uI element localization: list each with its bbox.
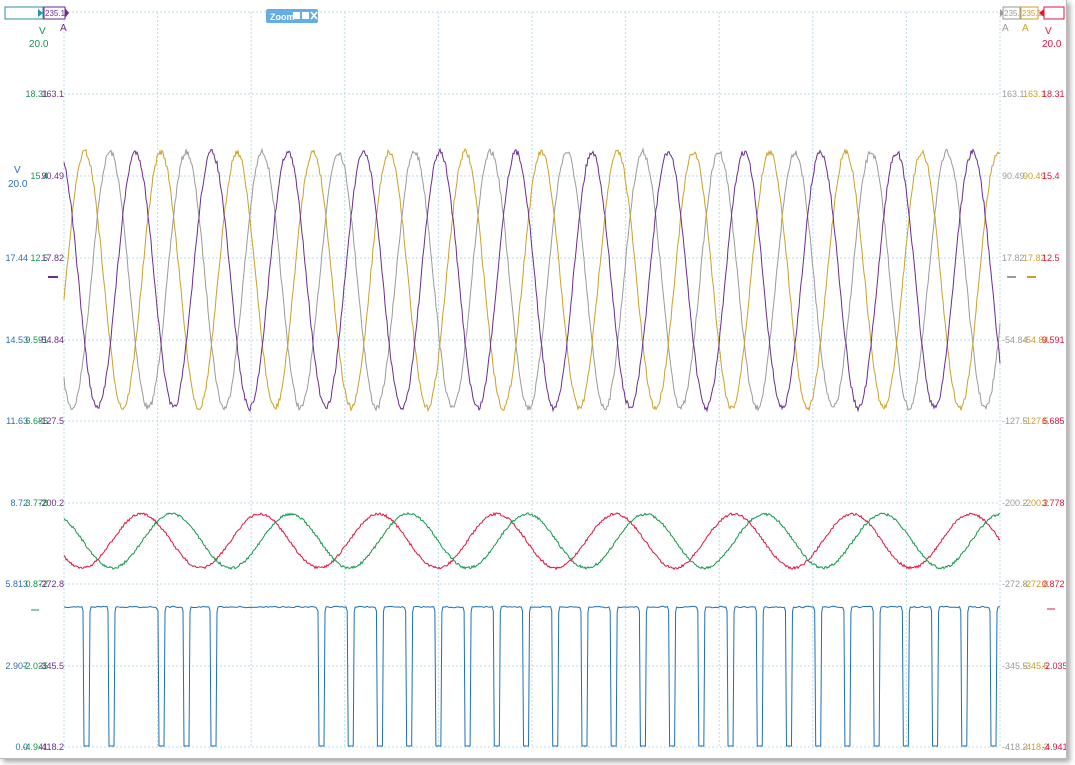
top-right-channel-tags[interactable]: 235.1 235.1 [1000, 6, 1065, 20]
red-channel-scale: 20.0 [1042, 39, 1062, 50]
left-tick-label: -418.2 [38, 742, 64, 752]
left-tick-label: -200.2 [38, 498, 64, 508]
right-tick-label: 0.872 [1042, 579, 1065, 589]
top-left-tag-value: 235.1 [45, 9, 66, 18]
green-channel-unit: V [39, 26, 46, 37]
right-tick-label: -4.941 [1042, 742, 1066, 752]
left-tick-label: -127.5 [38, 416, 64, 426]
zoom-control[interactable]: Zoom [266, 9, 318, 23]
tag-arrow-icon [65, 8, 69, 18]
green-channel-scale: 20.0 [29, 39, 49, 50]
left-tick-label: 17.82 [41, 253, 64, 263]
right-axis-ticks: 163.1163.118.3190.4990.4915.417.8217.821… [1002, 89, 1066, 752]
right-tick-label: 12.5 [1042, 253, 1060, 263]
gray-channel-unit: A [1002, 23, 1009, 34]
left-tick-label: 17.44 [5, 253, 28, 263]
gold-channel-unit: A [1022, 23, 1029, 34]
left-tick-label: -54.84 [38, 335, 64, 345]
blue-channel-unit: V [14, 165, 21, 176]
blue-channel-scale: 20.0 [8, 179, 28, 190]
top-right-tag-value-gold: 235.1 [1022, 9, 1043, 18]
right-tick-label: 6.685 [1042, 416, 1065, 426]
zoom-in-square-icon[interactable] [293, 12, 300, 19]
scope-display[interactable]: 18.31163.115.490.4917.44 12.517.8214.539.… [0, 0, 1066, 758]
left-tick-label: -272.8 [38, 579, 64, 589]
left-tick-label: 163.1 [41, 89, 64, 99]
purple-channel-unit: A [60, 23, 67, 34]
channel-tag-red[interactable] [1043, 6, 1065, 20]
zoom-label: Zoom [270, 12, 295, 22]
right-tick-label: 18.31 [1042, 89, 1065, 99]
right-tick-label: -2.035 [1042, 661, 1066, 671]
right-tick-label: 9.591 [1042, 335, 1065, 345]
red-channel-unit: V [1045, 26, 1052, 37]
gold-sine-trace [63, 148, 1001, 413]
right-tick-label: 17.82 [1002, 253, 1025, 263]
right-tick-label: 90.49 [1002, 171, 1025, 181]
oscilloscope-window: 18.31 163.1 15.4 90.49 17.44 12.5 17.82 14.53 9.… [0, 0, 1067, 759]
top-left-channel-tags[interactable]: 235.1 [4, 6, 69, 20]
right-tick-label: 163.1 [1002, 89, 1025, 99]
left-tick-label: -345.5 [38, 661, 64, 671]
grid [63, 11, 1001, 748]
channel-tag-teal[interactable] [4, 6, 44, 20]
right-tick-label: 3.778 [1042, 498, 1065, 508]
zoom-out-square-icon[interactable] [302, 12, 309, 19]
right-tick-label: 15.4 [1042, 171, 1060, 181]
left-tick-label: 90.49 [41, 171, 64, 181]
